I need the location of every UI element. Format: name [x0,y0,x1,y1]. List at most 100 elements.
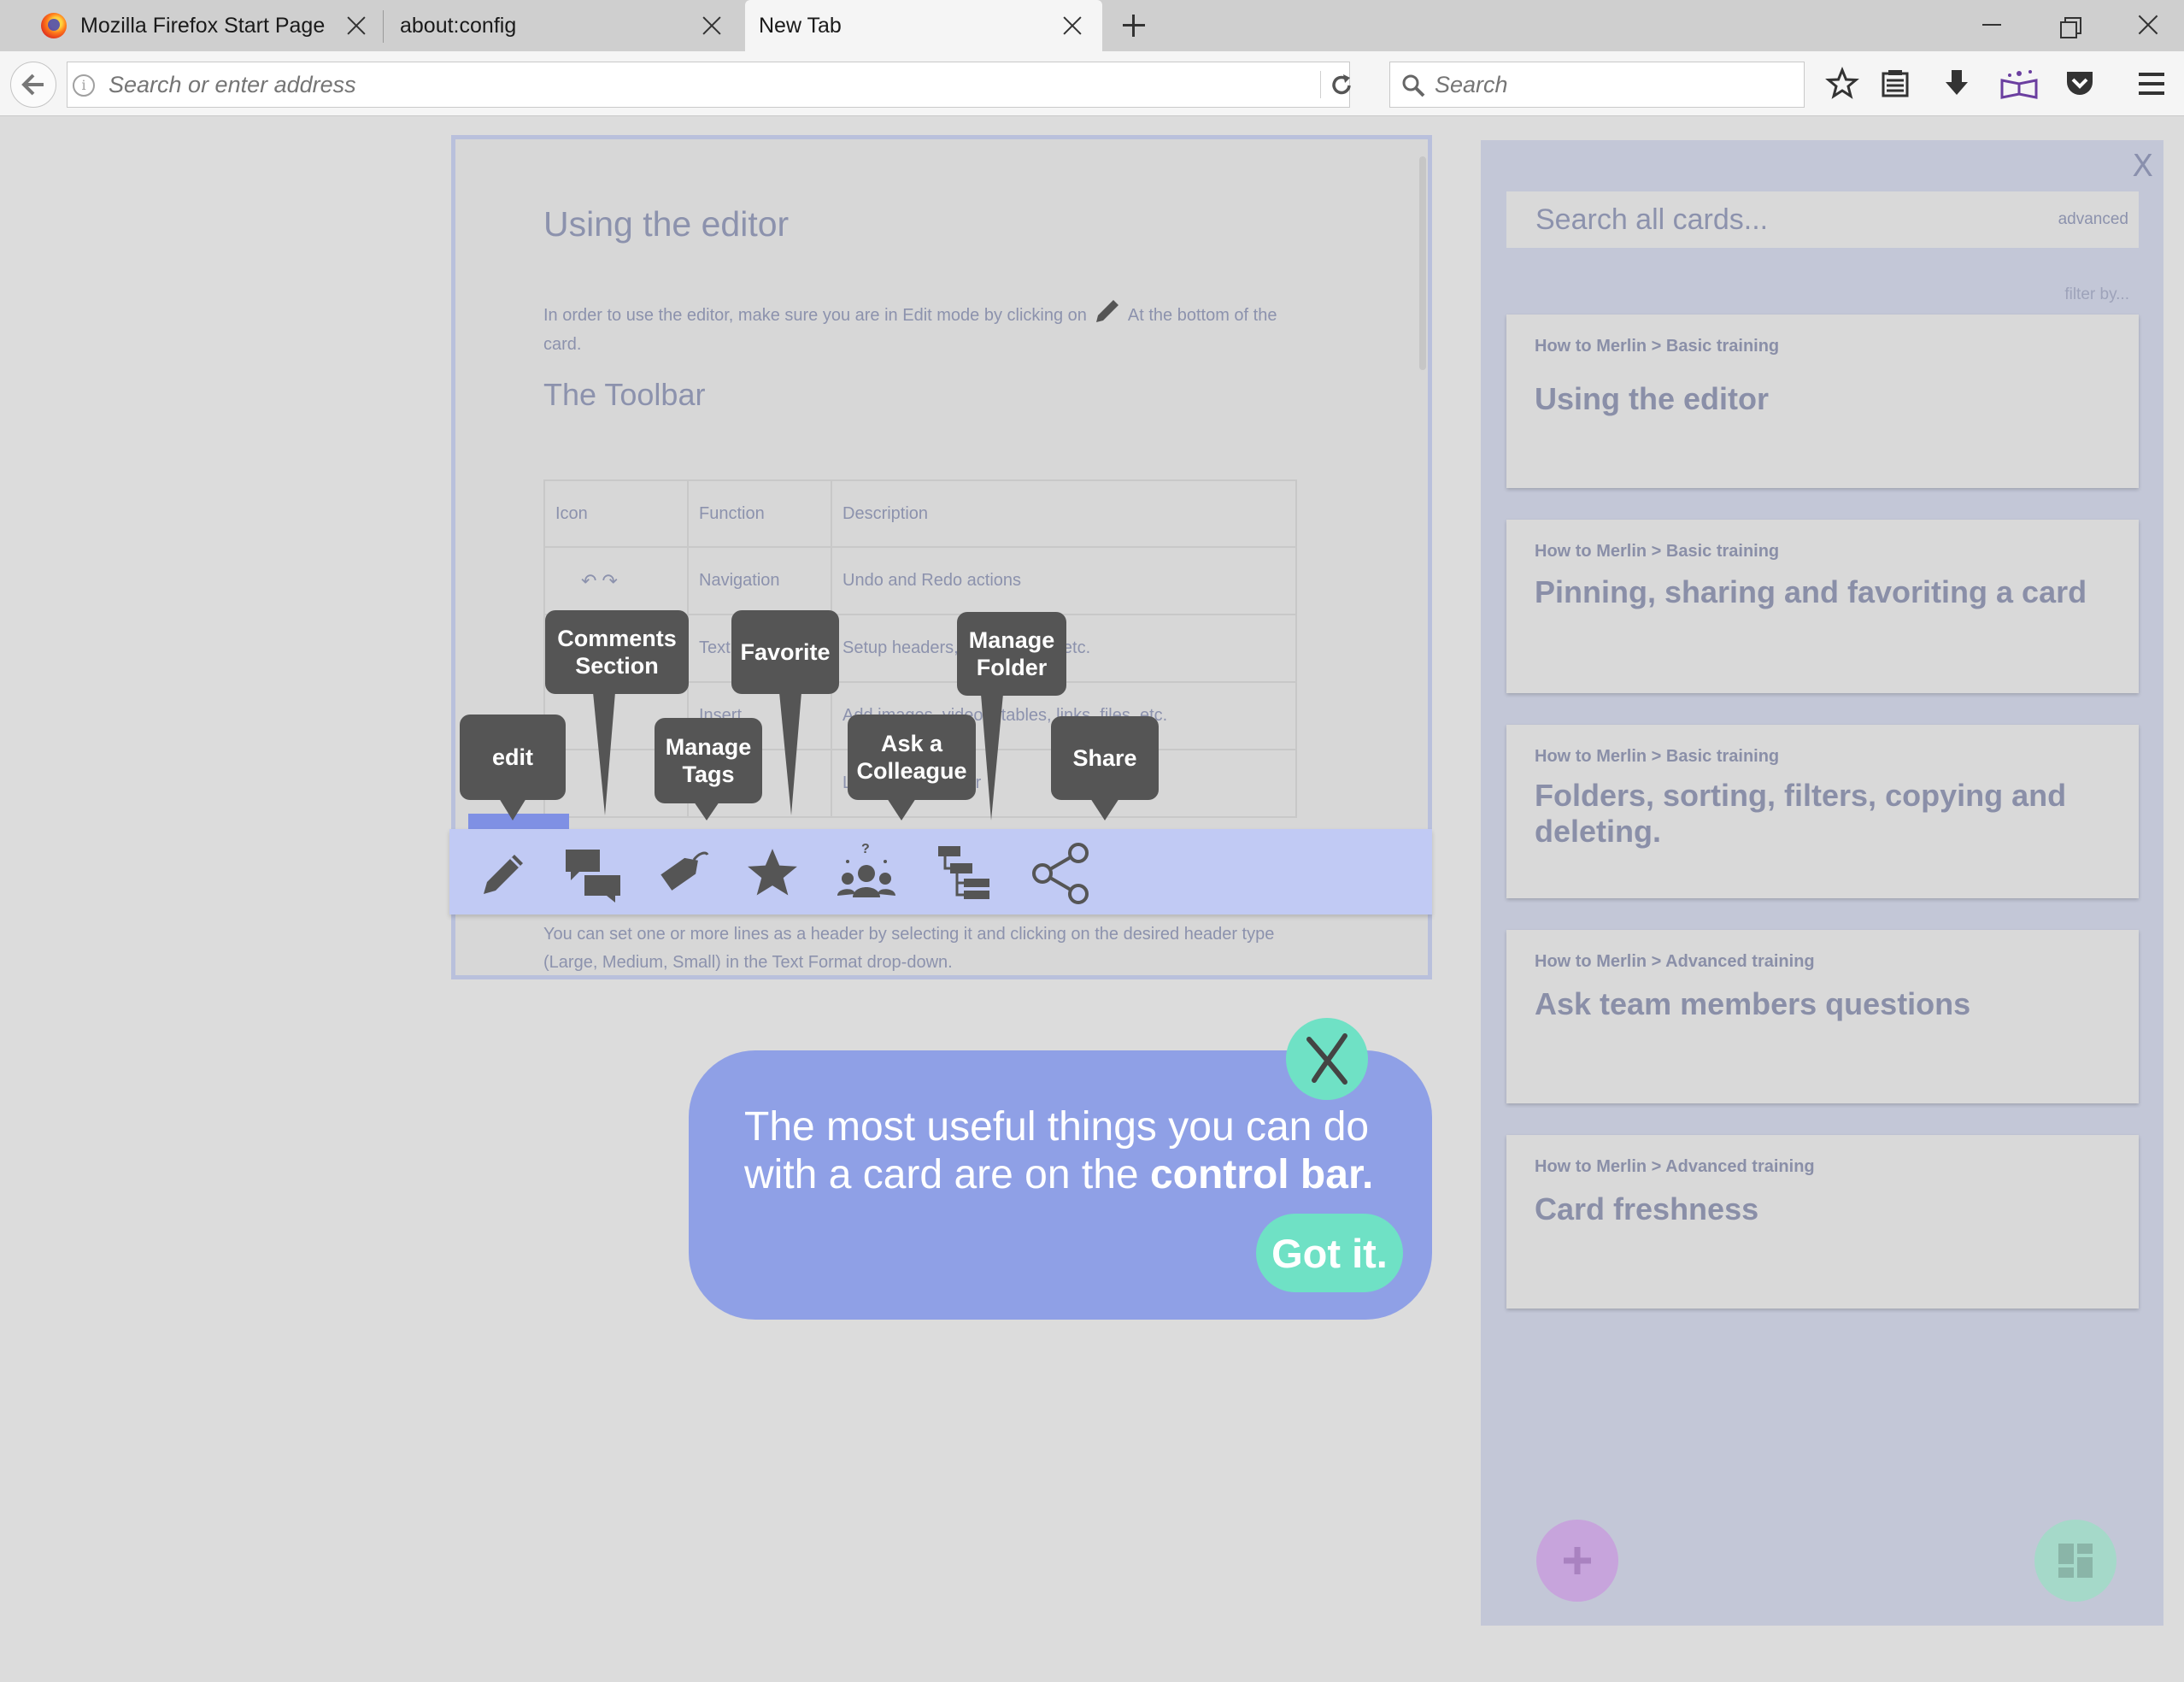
table-cell-icon: ↶ ↷ [543,546,689,615]
hamburger-menu-icon[interactable] [2134,67,2169,101]
reading-book-icon[interactable] [1998,67,2040,101]
section-title: The Toolbar [543,377,706,412]
ask-colleague-icon: ? [837,842,895,897]
table-header-row: Icon Function Description [543,479,1297,548]
filter-by-link[interactable]: filter by... [2064,285,2129,304]
card-intro: In order to use the editor, make sure yo… [543,295,1278,359]
star-icon [748,849,797,896]
plus-icon [1564,1547,1591,1574]
callout-label: Favorite [740,639,831,665]
advanced-search-link[interactable]: advanced [2058,210,2128,229]
tab-about-config[interactable]: about:config [400,0,733,51]
callout-manage-tags: Manage Tags [655,718,762,803]
back-button[interactable] [10,62,56,108]
add-card-button[interactable] [1536,1520,1618,1602]
card-body-text: You can set one or more lines as a heade… [543,925,1275,972]
callout-share: Share [1051,716,1159,800]
callout-edit: edit [460,715,566,800]
tab-label: New Tab [759,13,842,38]
tour-close-button[interactable] [1286,1018,1368,1100]
card-list-title: Using the editor [1535,381,1770,416]
tab-separator [383,10,384,43]
callout-label: Manage Tags [665,734,752,787]
table-row: ↶ ↷ Navigation Undo and Redo actions [543,546,1297,615]
got-it-button[interactable]: Got it. [1256,1214,1403,1292]
navigation-bar: i [0,51,2184,116]
svg-text:?: ? [861,842,870,856]
tour-message: The most useful things you can do with a… [744,1103,1411,1199]
control-bar: ? [449,829,1432,915]
card-breadcrumb: How to Merlin > Basic training [1535,542,1780,561]
callout-ask-colleague: Ask a Colleague [848,715,976,800]
search-cards-input[interactable] [1506,191,2019,248]
tag-icon [660,851,709,891]
search-bar[interactable] [1389,62,1805,108]
tab-firefox-start[interactable]: Mozilla Firefox Start Page [41,0,374,51]
address-bar[interactable]: i [67,62,1351,108]
card-list-item[interactable]: How to Merlin > Basic training Pinning, … [1506,520,2139,693]
card-breadcrumb: How to Merlin > Basic training [1535,747,1780,766]
table-header: Description [831,479,1297,548]
card-list-title: Ask team members questions [1535,986,1971,1021]
minimize-button[interactable] [1976,10,2010,41]
bookmark-star-icon[interactable] [1825,67,1859,101]
new-tab-button[interactable] [1121,13,1147,38]
share-button[interactable] [1030,841,1095,906]
search-input[interactable] [1435,62,1794,107]
manage-tags-button[interactable] [651,841,716,906]
tour-text-bold: control bar. [1149,1152,1374,1197]
callout-pointer [1090,798,1119,820]
undo-redo-icon: ↶ ↷ [581,569,618,591]
dashboard-icon [2058,1544,2093,1578]
card-list-title: Card freshness [1535,1191,1759,1226]
tab-new-tab[interactable]: New Tab [745,0,1102,51]
card-list-item[interactable]: How to Merlin > Advanced training Ask te… [1506,930,2139,1103]
search-cards-box[interactable]: advanced [1506,191,2139,248]
library-icon[interactable] [1878,67,1912,101]
card-list-title: Pinning, sharing and favoriting a card [1535,574,2087,609]
table-header: Function [687,479,832,548]
window-close-button[interactable] [2131,10,2165,41]
pocket-icon[interactable] [2063,67,2097,101]
sidebar-close-button[interactable]: X [2132,149,2153,184]
scrollbar[interactable] [1419,156,1426,370]
card-breadcrumb: How to Merlin > Basic training [1535,337,1780,356]
cards-sidebar: X advanced filter by... How to Merlin > … [1481,140,2163,1626]
maximize-button[interactable] [2054,10,2088,41]
callout-comments: Comments Section [545,610,689,694]
favorite-button[interactable] [740,841,805,906]
download-icon[interactable] [1940,67,1974,101]
callout-manage-folder: Manage Folder [957,612,1066,696]
pencil-icon [484,855,523,894]
info-icon[interactable]: i [73,74,95,97]
callout-pointer [593,692,615,815]
ask-colleague-button[interactable]: ? [834,841,899,906]
card-list-item[interactable]: How to Merlin > Basic training Folders, … [1506,725,2139,898]
card-breadcrumb: How to Merlin > Advanced training [1535,1157,1815,1176]
callout-label: Share [1072,745,1137,771]
pencil-icon [1096,300,1119,322]
table-cell: Undo and Redo actions [831,546,1297,615]
search-icon [1402,74,1425,97]
callout-label: Comments Section [557,626,677,679]
comments-icon [566,850,620,903]
comments-button[interactable] [561,841,625,906]
table-cell: Navigation [687,546,832,615]
table-header: Icon [543,479,689,548]
address-input[interactable] [109,62,1288,107]
callout-label: edit [491,744,533,770]
callout-pointer [887,798,916,820]
firefox-logo-icon [41,13,67,38]
close-icon[interactable] [347,16,366,35]
manage-folder-button[interactable] [933,841,998,906]
close-icon[interactable] [702,16,721,35]
callout-label: Manage Folder [968,627,1055,680]
card-list-item[interactable]: How to Merlin > Basic training Using the… [1506,315,2139,488]
card-list-item[interactable]: How to Merlin > Advanced training Card f… [1506,1135,2139,1309]
dashboard-button[interactable] [2034,1520,2116,1602]
reload-icon[interactable] [1329,73,1354,98]
edit-button[interactable] [472,841,537,906]
intro-text: In order to use the editor, make sure yo… [543,306,1087,325]
close-icon[interactable] [1063,16,1082,35]
callout-favorite: Favorite [731,610,839,694]
